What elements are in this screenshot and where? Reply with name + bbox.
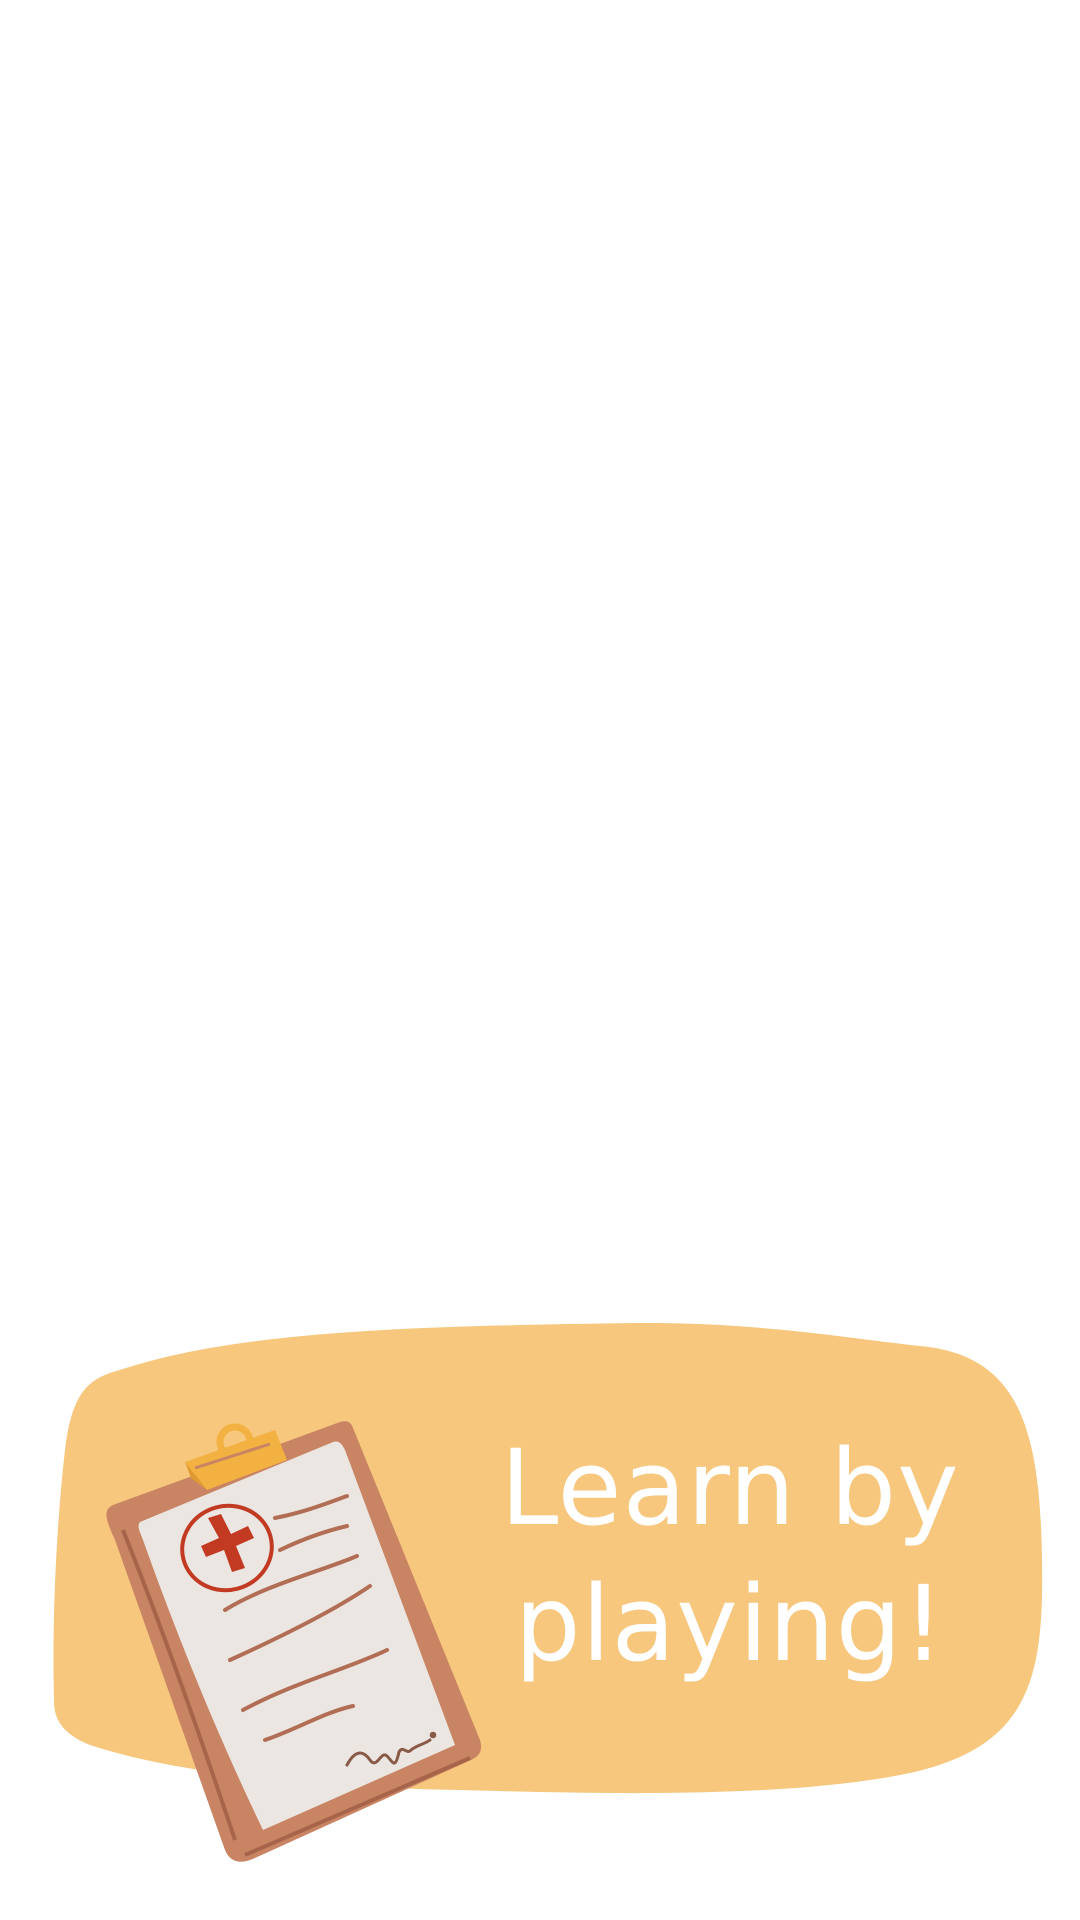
headline: Learn by playing! <box>485 1420 975 1692</box>
headline-line-2: playing! <box>514 1563 946 1685</box>
clipboard-medical-icon <box>106 1421 482 1862</box>
headline-line-1: Learn by <box>500 1427 960 1549</box>
screen: Learn by playing! <box>0 0 1080 1920</box>
